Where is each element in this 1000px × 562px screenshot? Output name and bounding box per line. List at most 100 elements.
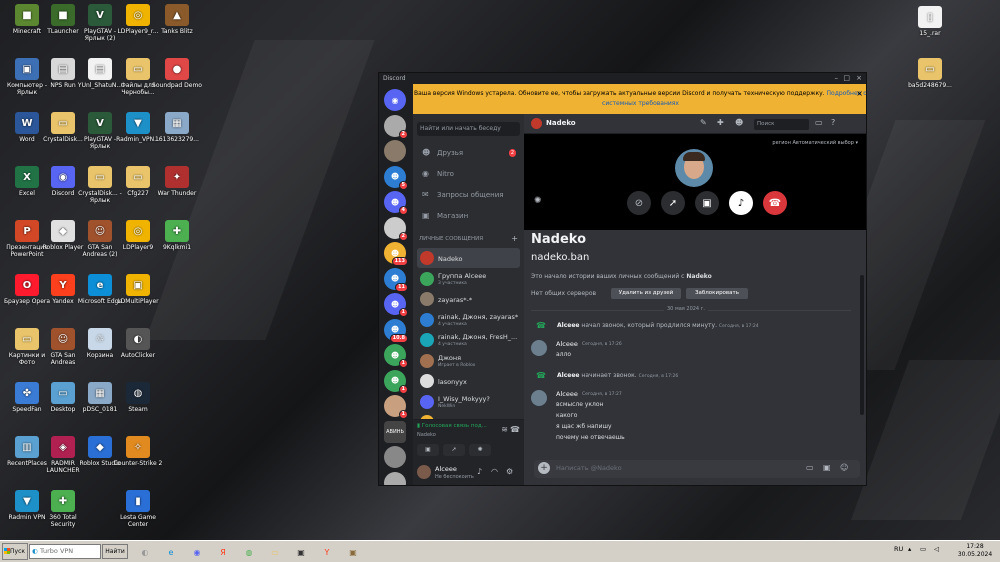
server-icon[interactable] (384, 140, 406, 162)
dm-list-item[interactable]: rainak, Джоня, FresH_... 4 участника (417, 330, 520, 350)
gift-icon[interactable]: ▭ (806, 463, 814, 472)
message-avatar[interactable] (531, 390, 547, 406)
dm-search-box[interactable]: Поиск (754, 119, 809, 130)
mic-icon[interactable]: ♪ (477, 467, 482, 476)
sticker-icon[interactable]: ▣ (823, 463, 831, 472)
dm-list-item[interactable]: I_Wisy_Mokyyy? NekWin (417, 392, 520, 412)
dm-nav-3[interactable]: ▣ Магазин (417, 208, 520, 224)
block-button[interactable]: Заблокировать (686, 288, 748, 299)
desktop-icon[interactable]: ▯ 15_.rar (905, 6, 955, 54)
dm-nav-2[interactable]: ✉ Запросы общения (417, 187, 520, 203)
server-icon[interactable]: АВИНЬ (384, 420, 406, 443)
minimize-icon[interactable]: – (835, 73, 839, 84)
activity-call-button[interactable]: ➚ (661, 191, 685, 215)
server-icon[interactable]: 1 (384, 395, 408, 419)
dm-list-item[interactable]: Джоня Играет в Roblox (417, 351, 520, 371)
disconnect-icon[interactable]: ☎ (510, 425, 520, 434)
desktop-icon[interactable]: ▲ Tanks Blitz (152, 4, 202, 52)
clock[interactable]: 17:28 30.05.2024 (955, 543, 995, 559)
attach-plus-icon[interactable]: + (538, 462, 550, 474)
taskbar-app-icon[interactable]: e (161, 543, 181, 561)
desktop-icon[interactable]: ▣ LDMultiPlayer (113, 274, 163, 322)
desktop-icon[interactable]: ✚ 360 Total Security (38, 490, 88, 538)
server-icon[interactable]: ☻ 4 (384, 191, 408, 215)
desktop-icon[interactable]: ✦ War Thunder (152, 166, 202, 214)
taskbar-app-icon[interactable]: Y (317, 543, 337, 561)
desktop-icon[interactable]: ◐ AutoClicker (113, 328, 163, 376)
server-icon[interactable]: ◉ (384, 89, 406, 111)
microphone-button[interactable]: ♪ (729, 191, 753, 215)
server-icon[interactable]: 2 (384, 114, 408, 139)
chat-scrollbar[interactable] (860, 275, 864, 415)
dm-nav-0[interactable]: ☻ Друзья 2 (417, 145, 520, 161)
add-friends-icon[interactable]: ✚ (717, 118, 724, 127)
call-region[interactable]: регион Автоматический выбор ▾ (772, 140, 858, 146)
desktop-icon[interactable]: ● Soundpad Demo (152, 58, 202, 106)
help-icon[interactable]: ? (831, 118, 835, 127)
maximize-icon[interactable]: □ (843, 73, 850, 84)
user-avatar[interactable] (417, 465, 431, 479)
message-avatar[interactable] (531, 340, 547, 356)
server-icon[interactable]: ☻ 5 (384, 165, 408, 190)
taskbar-app-icon[interactable]: ▣ (291, 543, 311, 561)
desktop-icon[interactable]: ◍ Steam (113, 382, 163, 430)
headphones-icon[interactable]: ◠ (491, 467, 498, 476)
taskbar-search-input[interactable]: ◐ Turbo VPN (29, 544, 101, 559)
desktop-icon[interactable]: ▮ Lesta Game Center (113, 490, 163, 538)
message-author[interactable]: Alceee (556, 390, 578, 398)
language-indicator[interactable]: RU (894, 545, 903, 553)
noise-suppression-icon[interactable]: ≋ (501, 425, 508, 434)
activity-button[interactable]: ✺ (469, 444, 491, 456)
server-icon[interactable]: ☻ 11 (384, 267, 408, 292)
dm-list-item[interactable]: lasonyyx (417, 371, 520, 391)
desktop-icon[interactable]: ✚ 9Kqlkmi1 (152, 220, 202, 268)
banner-close-icon[interactable]: × (856, 89, 863, 99)
server-icon[interactable]: ☻ 113 (384, 242, 408, 266)
desktop-icon[interactable]: ✧ Counter-Strike 2 (113, 436, 163, 484)
volume-icon[interactable]: ◁ (934, 545, 939, 553)
taskbar-search-button[interactable]: Найти (102, 544, 128, 559)
dm-list-item[interactable]: Группа Alceee 3 участника (417, 269, 520, 289)
video-off-button[interactable]: ⊘ (627, 191, 651, 215)
dm-search-input[interactable]: Найти или начать беседу (417, 122, 520, 136)
server-icon[interactable]: ☻ 1 (384, 344, 408, 368)
network-icon[interactable]: ▭ (920, 545, 926, 553)
taskbar-app-icon[interactable]: ◍ (239, 543, 259, 561)
server-icon[interactable] (384, 446, 406, 468)
message-author[interactable]: Alceee (556, 340, 578, 348)
server-icon[interactable]: ☻ 1 (384, 369, 408, 394)
close-window-icon[interactable]: × (856, 73, 862, 84)
server-icon[interactable]: ☻ 10.8 (384, 318, 408, 343)
tray-expand-icon[interactable]: ▴ (908, 545, 911, 553)
message-input[interactable]: Написать @Nadeko (556, 464, 622, 472)
desktop-icon[interactable]: ▭ ba5d248679... (905, 58, 955, 106)
screen-share-button[interactable]: ➚ (443, 444, 465, 456)
taskbar-app-icon[interactable]: ▭ (265, 543, 285, 561)
inbox-icon[interactable]: ▭ (815, 118, 823, 127)
hang-up-button[interactable]: ☎ (763, 191, 787, 215)
banner-link-requirements[interactable]: системных требованиях (602, 100, 679, 107)
pin-icon[interactable]: ✎ (700, 118, 707, 127)
window-titlebar[interactable]: Discord – □ × (379, 73, 866, 84)
emoji-icon[interactable]: ☺ (840, 463, 848, 472)
camera-button[interactable]: ▣ (417, 444, 439, 456)
taskbar-app-icon[interactable]: ◐ (135, 543, 155, 561)
desktop-icon[interactable]: ▦ 1613623279... (152, 112, 202, 160)
server-icon[interactable]: ☻ 1 (384, 293, 408, 317)
voice-status[interactable]: ▮ Голосовая связь под... (417, 423, 487, 429)
message-composer[interactable]: + Написать @Nadeko ▭ ▣ ☺ (534, 460, 860, 478)
voice-channel[interactable]: Nadeko (417, 432, 436, 438)
sound-wave-icon[interactable]: ✺ (534, 196, 542, 206)
server-icon[interactable]: НОВОЕ (384, 471, 406, 485)
user-profile-icon[interactable]: ☻ (735, 118, 743, 127)
screenshare-call-button[interactable]: ▣ (695, 191, 719, 215)
dm-nav-1[interactable]: ◉ Nitro (417, 166, 520, 182)
taskbar-app-icon[interactable]: ▣ (343, 543, 363, 561)
dm-list-item[interactable]: zayaras*-* (417, 289, 520, 309)
remove-friend-button[interactable]: Удалить из друзей (611, 288, 681, 299)
settings-gear-icon[interactable]: ⚙ (506, 467, 513, 476)
taskbar-app-icon[interactable]: Я (213, 543, 233, 561)
dm-list-item[interactable]: Nadeko (417, 248, 520, 268)
taskbar-app-icon[interactable]: ◉ (187, 543, 207, 561)
start-button[interactable]: Пуск (2, 543, 28, 560)
